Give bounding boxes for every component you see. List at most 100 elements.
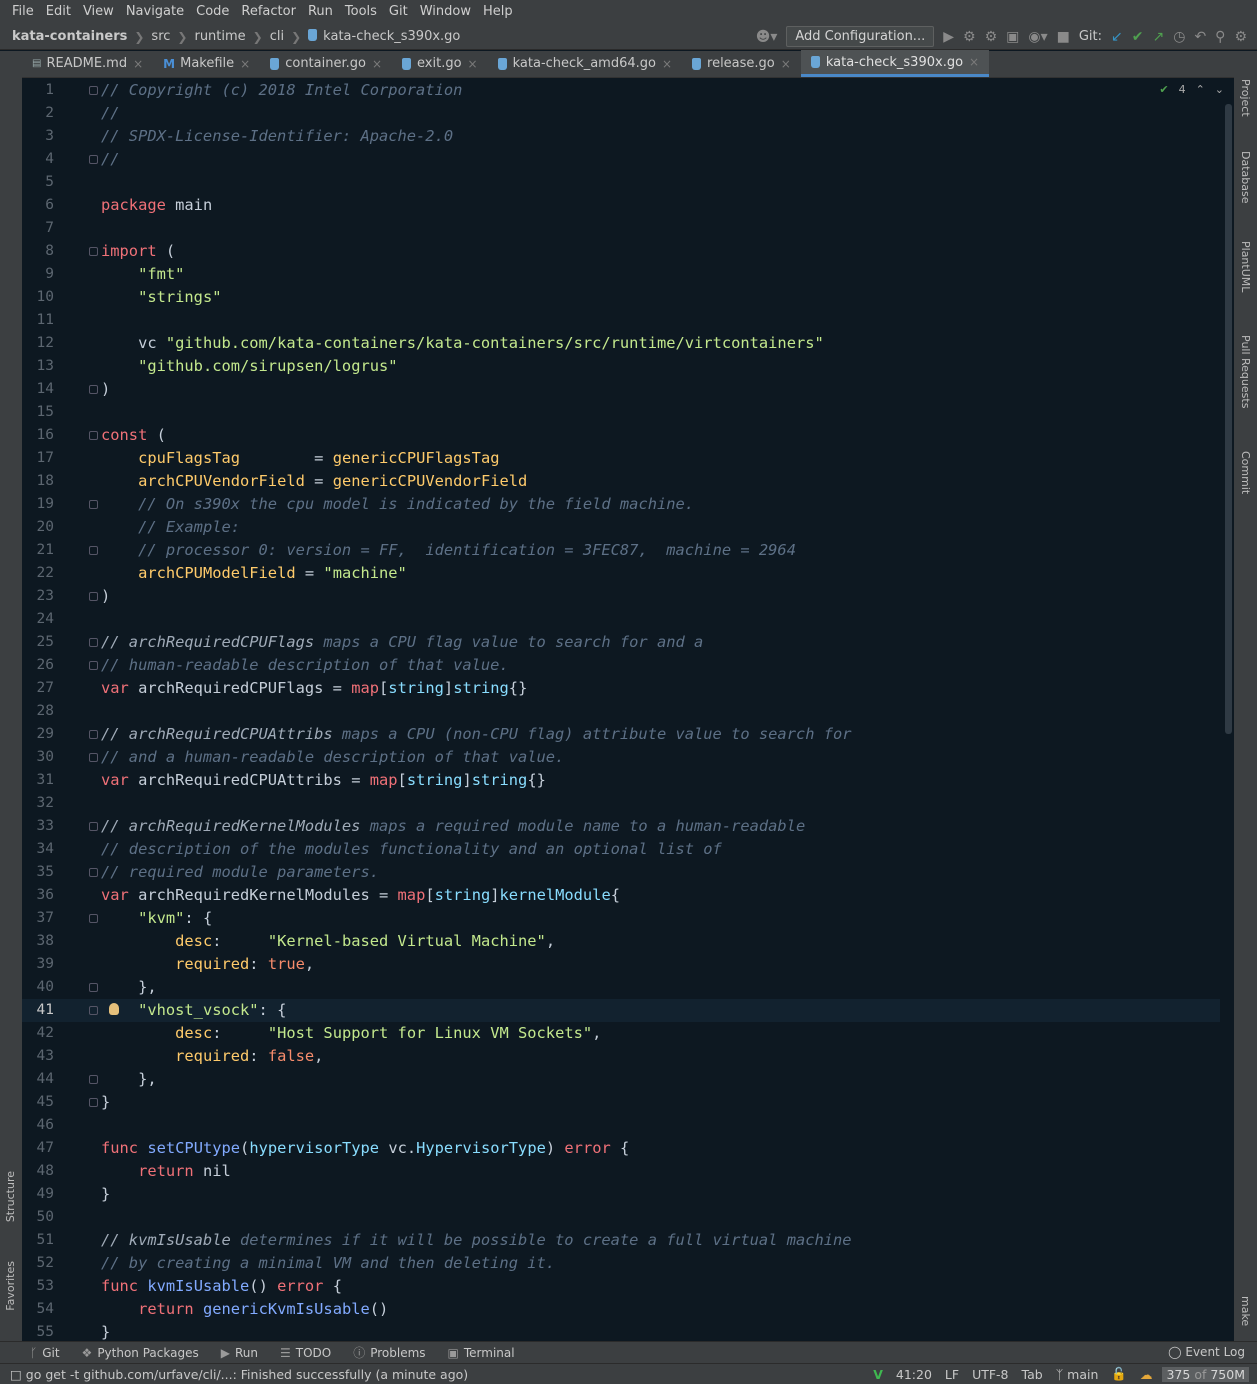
code-line[interactable]: "kvm": {	[101, 907, 1220, 930]
fold-icon[interactable]	[89, 868, 98, 877]
tool-window-todo[interactable]: ☰ TODO	[280, 1346, 331, 1360]
code-line[interactable]: var archRequiredCPUFlags = map[string]st…	[101, 677, 1220, 700]
git-rollback-icon[interactable]: ↶	[1194, 29, 1206, 45]
close-icon[interactable]: ×	[133, 57, 143, 71]
code-line[interactable]: var archRequiredCPUAttribs = map[string]…	[101, 769, 1220, 792]
menu-tools[interactable]: Tools	[339, 0, 383, 24]
code-line[interactable]: },	[101, 1068, 1220, 1091]
code-line[interactable]: archCPUModelField = "machine"	[101, 562, 1220, 585]
fold-icon[interactable]	[89, 592, 98, 601]
code-line[interactable]: cpuFlagsTag = genericCPUFlagsTag	[101, 447, 1220, 470]
code-line[interactable]	[101, 792, 1220, 815]
menu-help[interactable]: Help	[477, 0, 519, 24]
code-line[interactable]: import (	[101, 240, 1220, 263]
close-icon[interactable]: ×	[240, 57, 250, 71]
code-line[interactable]: const (	[101, 424, 1220, 447]
close-icon[interactable]: ×	[372, 57, 382, 71]
tab-kata-check-amd64-go[interactable]: kata-check_amd64.go ×	[488, 50, 682, 77]
menu-navigate[interactable]: Navigate	[120, 0, 190, 24]
breadcrumb-item[interactable]: runtime	[194, 29, 245, 44]
fold-icon[interactable]	[89, 1075, 98, 1084]
code-line[interactable]	[101, 608, 1220, 631]
indent-setting[interactable]: Tab	[1022, 1367, 1043, 1382]
code-line[interactable]: desc: "Host Support for Linux VM Sockets…	[101, 1022, 1220, 1045]
add-configuration-button[interactable]: Add Configuration...	[786, 26, 935, 47]
code-line[interactable]	[101, 401, 1220, 424]
vim-icon[interactable]: V	[873, 1367, 883, 1382]
code-line[interactable]: }	[101, 1091, 1220, 1114]
code-line[interactable]	[101, 700, 1220, 723]
next-highlight-icon[interactable]: ⌄	[1215, 83, 1224, 96]
code-area[interactable]: // Copyright (c) 2018 Intel Corporation /…	[101, 79, 1220, 1341]
close-icon[interactable]: ×	[468, 57, 478, 71]
fold-icon[interactable]	[89, 1098, 98, 1107]
tab-kata-check-s390x-go[interactable]: kata-check_s390x.go ×	[800, 50, 990, 77]
tool-window-terminal[interactable]: ▣ Terminal	[448, 1346, 515, 1360]
fold-icon[interactable]	[89, 247, 98, 256]
menu-edit[interactable]: Edit	[40, 0, 77, 24]
tool-commit[interactable]: Commit	[1239, 451, 1252, 494]
tool-favorites[interactable]: Favorites	[4, 1261, 17, 1311]
code-line[interactable]	[101, 217, 1220, 240]
user-icon[interactable]: ☻▾	[756, 29, 778, 45]
code-line[interactable]: // Example:	[101, 516, 1220, 539]
settings-icon[interactable]: ⚙	[1234, 29, 1247, 45]
code-line[interactable]: package main	[101, 194, 1220, 217]
menu-window[interactable]: Window	[414, 0, 477, 24]
stop-icon[interactable]: ■	[1057, 29, 1070, 45]
code-line[interactable]: // archRequiredCPUFlags maps a CPU flag …	[101, 631, 1220, 654]
code-line[interactable]: },	[101, 976, 1220, 999]
code-editor[interactable]: 1 2 3 4 5 6 7 8 9 10 11 12 13 14 15 16 17 18 19 20 21 22 23 24 2…	[22, 79, 1234, 1341]
fold-icon[interactable]	[89, 1006, 98, 1015]
code-line[interactable]: "strings"	[101, 286, 1220, 309]
code-line[interactable]: func kvmIsUsable() error {	[101, 1275, 1220, 1298]
fold-icon[interactable]	[89, 638, 98, 647]
code-line[interactable]: "fmt"	[101, 263, 1220, 286]
inspection-widget[interactable]: ✔ 4 ⌃ ⌄	[1159, 83, 1224, 96]
code-line[interactable]	[101, 1206, 1220, 1229]
fold-icon[interactable]	[89, 753, 98, 762]
search-icon[interactable]: ⚲	[1215, 29, 1225, 45]
fold-icon[interactable]	[89, 86, 98, 95]
code-line[interactable]: return nil	[101, 1160, 1220, 1183]
status-message[interactable]: □ go get -t github.com/urfave/cli/...: F…	[0, 1367, 860, 1382]
tool-structure[interactable]: Structure	[4, 1171, 17, 1222]
tool-make[interactable]: make	[1239, 1296, 1252, 1326]
code-line[interactable]: // On s390x the cpu model is indicated b…	[101, 493, 1220, 516]
fold-icon[interactable]	[89, 431, 98, 440]
tool-project[interactable]: Project	[1239, 79, 1252, 117]
code-line[interactable]: //	[101, 102, 1220, 125]
fold-icon[interactable]	[89, 914, 98, 923]
fold-icon[interactable]	[89, 155, 98, 164]
fold-icon[interactable]	[89, 546, 98, 555]
code-line[interactable]: // Copyright (c) 2018 Intel Corporation	[101, 79, 1220, 102]
menu-view[interactable]: View	[77, 0, 120, 24]
code-line[interactable]: "vhost_vsock": {	[101, 999, 1220, 1022]
menu-git[interactable]: Git	[383, 0, 414, 24]
tool-window-git[interactable]: ᚴ Git	[30, 1346, 60, 1360]
tab-container-go[interactable]: container.go ×	[260, 50, 392, 77]
line-separator[interactable]: LF	[945, 1367, 959, 1382]
code-line[interactable]: )	[101, 585, 1220, 608]
breadcrumb-item[interactable]: kata-check_s390x.go	[308, 29, 460, 44]
tab-readme-md[interactable]: ▤ README.md ×	[22, 50, 153, 77]
code-line[interactable]: //	[101, 148, 1220, 171]
fold-icon[interactable]	[89, 661, 98, 670]
close-icon[interactable]: ×	[662, 57, 672, 71]
git-branch[interactable]: ᛉ main	[1056, 1367, 1099, 1382]
breadcrumb-item[interactable]: src	[151, 29, 170, 44]
memory-indicator[interactable]: 375 of 750M	[1162, 1366, 1249, 1382]
code-line[interactable]: )	[101, 378, 1220, 401]
git-update-icon[interactable]: ↙	[1111, 29, 1123, 45]
fold-icon[interactable]	[89, 385, 98, 394]
editor-scrollbar[interactable]	[1225, 104, 1232, 734]
code-line[interactable]: desc: "Kernel-based Virtual Machine",	[101, 930, 1220, 953]
code-line[interactable]: return genericKvmIsUsable()	[101, 1298, 1220, 1321]
notification-icon[interactable]: ☁	[1140, 1367, 1153, 1382]
code-line[interactable]	[101, 309, 1220, 332]
breadcrumb-item[interactable]: kata-containers	[12, 29, 127, 44]
tab-release-go[interactable]: release.go ×	[682, 50, 801, 77]
code-line[interactable]: // archRequiredKernelModules maps a requ…	[101, 815, 1220, 838]
code-line[interactable]: // processor 0: version = FF, identifica…	[101, 539, 1220, 562]
code-line[interactable]: // SPDX-License-Identifier: Apache-2.0	[101, 125, 1220, 148]
